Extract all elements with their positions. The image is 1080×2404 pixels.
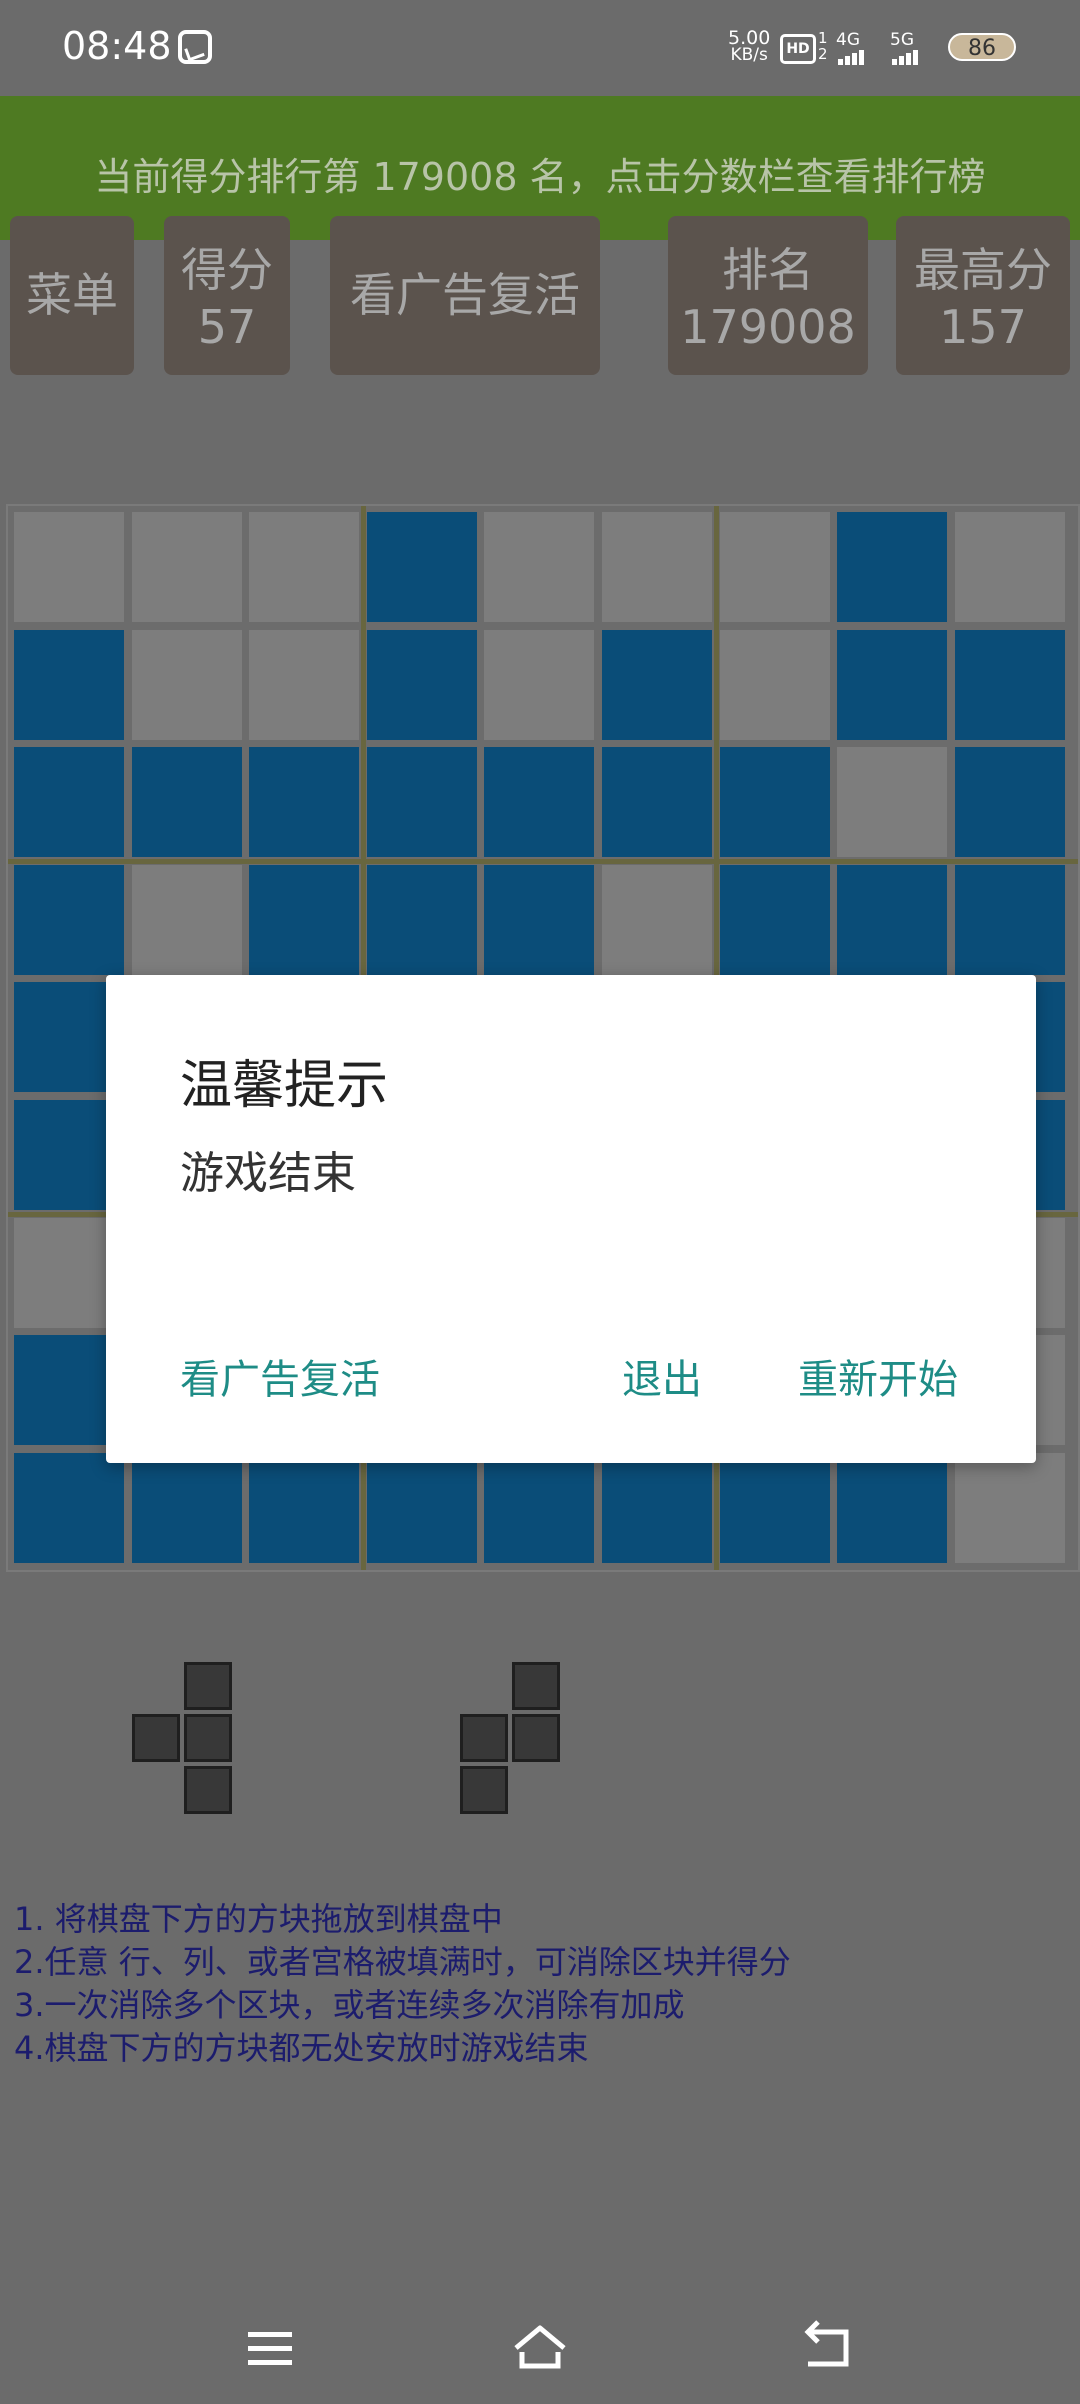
board-cell[interactable] (366, 1452, 477, 1563)
board-cell[interactable] (14, 747, 124, 858)
board-cell[interactable] (249, 512, 360, 622)
board-cell[interactable] (954, 864, 1065, 975)
board-cell[interactable] (14, 512, 124, 622)
box-divider (8, 858, 1078, 864)
board-cell[interactable] (954, 747, 1065, 858)
board-cell[interactable] (602, 1452, 712, 1563)
piece-block (184, 1714, 232, 1762)
rank-label: 排名 (722, 243, 814, 297)
piece-block (460, 1766, 508, 1814)
board-cell[interactable] (837, 512, 948, 622)
piece-block (132, 1714, 180, 1762)
dialog-exit-button[interactable]: 退出 (622, 1347, 702, 1405)
piece-left[interactable] (132, 1662, 240, 1818)
board-cell[interactable] (954, 1452, 1065, 1563)
home-icon[interactable] (510, 2318, 570, 2378)
rank-banner-text: 当前得分排行第 179008 名，点击分数栏查看排行榜 (94, 155, 986, 199)
board-cell[interactable] (484, 512, 595, 622)
hd-voice-icon: HD (780, 34, 816, 64)
menu-icon[interactable] (240, 2318, 300, 2378)
board-cell[interactable] (602, 747, 712, 858)
game-over-dialog: 温馨提示 游戏结束 看广告复活 退出 重新开始 (106, 975, 1036, 1463)
board-cell[interactable] (131, 629, 242, 740)
board-cell[interactable] (249, 629, 360, 740)
piece-block (460, 1714, 508, 1762)
board-cell[interactable] (837, 1452, 948, 1563)
dialog-revive-button[interactable]: 看广告复活 (180, 1347, 380, 1405)
rule-line: 2.任意 行、列、或者宫格被填满时，可消除区块并得分 (14, 1943, 791, 1981)
board-cell[interactable] (249, 1452, 360, 1563)
piece-block (512, 1662, 560, 1710)
board-cell[interactable] (719, 1452, 830, 1563)
board-cell[interactable] (719, 512, 830, 622)
board-cell[interactable] (366, 629, 477, 740)
piece-block (512, 1714, 560, 1762)
board-cell[interactable] (366, 747, 477, 858)
rules-text: 1. 将棋盘下方的方块拖放到棋盘中 2.任意 行、列、或者宫格被填满时，可消除区… (14, 1898, 791, 2070)
board-cell[interactable] (484, 747, 595, 858)
status-bar: 08:48 5.00 KB/s HD 12 4G 5G 86 (0, 0, 1080, 96)
board-cell[interactable] (954, 512, 1065, 622)
board-cell[interactable] (14, 1452, 124, 1563)
piece-block (184, 1766, 232, 1814)
board-cell[interactable] (484, 1452, 595, 1563)
board-cell[interactable] (14, 864, 124, 975)
net-speed: 5.00 KB/s (728, 27, 771, 65)
board-cell[interactable] (131, 864, 242, 975)
score-value: 57 (197, 300, 257, 354)
piece-block (184, 1662, 232, 1710)
rule-line: 1. 将棋盘下方的方块拖放到棋盘中 (14, 1900, 503, 1938)
board-cell[interactable] (602, 512, 712, 622)
board-cell[interactable] (366, 512, 477, 622)
menu-button[interactable]: 菜单 (10, 216, 134, 375)
piece-right[interactable] (460, 1662, 568, 1818)
board-cell[interactable] (719, 747, 830, 858)
board-cell[interactable] (837, 864, 948, 975)
board-cell[interactable] (249, 747, 360, 858)
back-icon[interactable] (796, 2318, 856, 2378)
sim-indicator: 12 (818, 29, 828, 63)
best-value: 157 (939, 300, 1027, 354)
board-cell[interactable] (131, 1452, 242, 1563)
signal-5g-icon: 5G (890, 30, 918, 70)
board-cell[interactable] (837, 629, 948, 740)
signal-4g-icon: 4G (836, 30, 864, 70)
rule-line: 3.一次消除多个区块，或者连续多次消除有加成 (14, 1986, 685, 2024)
board-cell[interactable] (484, 864, 595, 975)
rank-value: 179008 (680, 300, 856, 354)
board-cell[interactable] (366, 864, 477, 975)
board-cell[interactable] (14, 629, 124, 740)
board-cell[interactable] (249, 864, 360, 975)
rule-line: 4.棋盘下方的方块都无处安放时游戏结束 (14, 2029, 589, 2067)
board-cell[interactable] (131, 747, 242, 858)
board-cell[interactable] (837, 747, 948, 858)
score-button[interactable]: 得分 57 (164, 216, 290, 375)
board-cell[interactable] (954, 629, 1065, 740)
dialog-message: 游戏结束 (180, 1148, 356, 1199)
board-cell[interactable] (719, 629, 830, 740)
dialog-restart-button[interactable]: 重新开始 (798, 1347, 958, 1405)
board-cell[interactable] (484, 629, 595, 740)
board-cell[interactable] (131, 512, 242, 622)
score-label: 得分 (181, 243, 273, 297)
revive-ad-button[interactable]: 看广告复活 (330, 216, 600, 375)
board-cell[interactable] (602, 629, 712, 740)
gallery-icon (178, 30, 212, 64)
board-cell[interactable] (719, 864, 830, 975)
dialog-title: 温馨提示 (180, 1056, 389, 1116)
best-score-button[interactable]: 最高分 157 (896, 216, 1070, 375)
battery-icon: 86 (948, 33, 1016, 61)
best-label: 最高分 (914, 243, 1052, 297)
board-cell[interactable] (602, 864, 712, 975)
rank-button[interactable]: 排名 179008 (668, 216, 868, 375)
status-time: 08:48 (62, 24, 172, 68)
